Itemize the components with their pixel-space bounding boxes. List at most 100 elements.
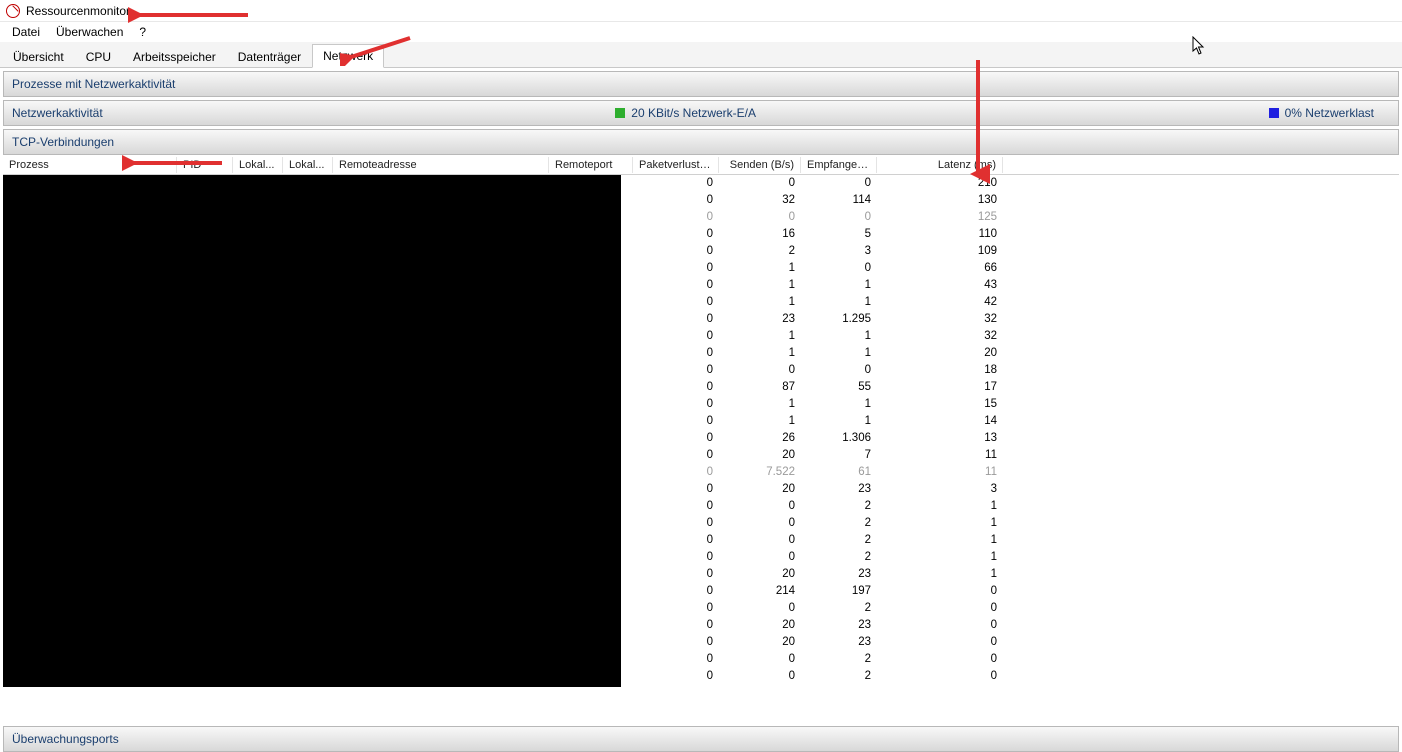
table-row[interactable]: 020230	[633, 617, 1005, 634]
cell-recv: 2	[801, 515, 877, 532]
table-row[interactable]: 0020	[633, 668, 1005, 685]
cell-recv: 55	[801, 379, 877, 396]
tabstrip: Übersicht CPU Arbeitsspeicher Datenträge…	[0, 42, 1402, 68]
cell-loss: 0	[633, 464, 719, 481]
cell-lat: 43	[877, 277, 1003, 294]
cell-lat: 0	[877, 634, 1003, 651]
table-row[interactable]: 000210	[633, 175, 1005, 192]
table-row[interactable]: 00018	[633, 362, 1005, 379]
cell-lat: 3	[877, 481, 1003, 498]
cell-recv: 2	[801, 549, 877, 566]
tab-overview[interactable]: Übersicht	[2, 45, 75, 68]
cell-recv: 197	[801, 583, 877, 600]
table-row[interactable]: 0165110	[633, 226, 1005, 243]
tcp-column-headers: Prozess PID Lokal... Lokal... Remoteadre…	[3, 155, 1399, 175]
table-row[interactable]: 0021	[633, 498, 1005, 515]
cell-loss: 0	[633, 515, 719, 532]
table-row[interactable]: 0261.30613	[633, 430, 1005, 447]
cell-send: 1	[719, 396, 801, 413]
cell-recv: 61	[801, 464, 877, 481]
table-row[interactable]: 023109	[633, 243, 1005, 260]
cell-send: 20	[719, 634, 801, 651]
menu-monitor[interactable]: Überwachen	[48, 23, 131, 41]
cell-lat: 1	[877, 566, 1003, 583]
col-header-pid[interactable]: PID	[177, 157, 233, 173]
table-row[interactable]: 000125	[633, 209, 1005, 226]
table-row[interactable]: 01143	[633, 277, 1005, 294]
cell-lat: 1	[877, 498, 1003, 515]
menu-file[interactable]: Datei	[4, 23, 48, 41]
table-row[interactable]: 0021	[633, 515, 1005, 532]
cell-send: 1	[719, 345, 801, 362]
table-row[interactable]: 07.5226111	[633, 464, 1005, 481]
tab-network[interactable]: Netzwerk	[312, 44, 384, 68]
cell-loss: 0	[633, 379, 719, 396]
cell-recv: 1.295	[801, 311, 877, 328]
table-row[interactable]: 01120	[633, 345, 1005, 362]
cell-recv: 1	[801, 396, 877, 413]
cell-lat: 0	[877, 651, 1003, 668]
col-header-packet-loss[interactable]: Paketverlust (%)	[633, 157, 719, 173]
table-row[interactable]: 020711	[633, 447, 1005, 464]
cell-lat: 0	[877, 600, 1003, 617]
table-row[interactable]: 0021	[633, 549, 1005, 566]
cell-lat: 32	[877, 311, 1003, 328]
cell-send: 20	[719, 481, 801, 498]
table-row[interactable]: 020233	[633, 481, 1005, 498]
menu-help[interactable]: ?	[131, 23, 154, 41]
cell-send: 87	[719, 379, 801, 396]
table-row[interactable]: 01114	[633, 413, 1005, 430]
table-row[interactable]: 020231	[633, 566, 1005, 583]
cell-loss: 0	[633, 175, 719, 192]
col-header-latency[interactable]: Latenz (ms)	[877, 157, 1003, 173]
col-header-send[interactable]: Senden (B/s)	[719, 157, 801, 173]
cell-send: 0	[719, 600, 801, 617]
cell-lat: 42	[877, 294, 1003, 311]
cell-recv: 0	[801, 362, 877, 379]
cell-loss: 0	[633, 192, 719, 209]
cell-send: 7.522	[719, 464, 801, 481]
col-header-remote-port[interactable]: Remoteport	[549, 157, 633, 173]
cell-send: 0	[719, 549, 801, 566]
cell-lat: 20	[877, 345, 1003, 362]
menubar: Datei Überwachen ?	[0, 22, 1402, 42]
table-row[interactable]: 0020	[633, 651, 1005, 668]
cell-send: 0	[719, 209, 801, 226]
section-ports-header[interactable]: Überwachungsports	[3, 726, 1399, 752]
section-activity-header[interactable]: Netzwerkaktivität 20 KBit/s Netzwerk-E/A…	[3, 100, 1399, 126]
cell-recv: 114	[801, 192, 877, 209]
table-row[interactable]: 0020	[633, 600, 1005, 617]
activity-load-text: 0% Netzwerklast	[1285, 106, 1374, 120]
cell-send: 0	[719, 498, 801, 515]
table-row[interactable]: 02141970	[633, 583, 1005, 600]
tab-memory[interactable]: Arbeitsspeicher	[122, 45, 227, 68]
app-icon	[6, 4, 20, 18]
col-header-local-address[interactable]: Lokal...	[233, 157, 283, 173]
table-row[interactable]: 01066	[633, 260, 1005, 277]
table-row[interactable]: 01115	[633, 396, 1005, 413]
table-row[interactable]: 020230	[633, 634, 1005, 651]
col-header-remote-address[interactable]: Remoteadresse	[333, 157, 549, 173]
section-tcp-header[interactable]: TCP-Verbindungen	[3, 129, 1399, 155]
table-row[interactable]: 0875517	[633, 379, 1005, 396]
cell-lat: 14	[877, 413, 1003, 430]
tab-cpu[interactable]: CPU	[75, 45, 122, 68]
section-processes-header[interactable]: Prozesse mit Netzwerkaktivität	[3, 71, 1399, 97]
table-row[interactable]: 01142	[633, 294, 1005, 311]
cell-loss: 0	[633, 498, 719, 515]
col-header-local-port[interactable]: Lokal...	[283, 157, 333, 173]
col-header-receive[interactable]: Empfangen...	[801, 157, 877, 173]
cell-recv: 1	[801, 345, 877, 362]
cell-loss: 0	[633, 447, 719, 464]
table-row[interactable]: 032114130	[633, 192, 1005, 209]
cell-loss: 0	[633, 209, 719, 226]
table-row[interactable]: 0231.29532	[633, 311, 1005, 328]
cell-loss: 0	[633, 311, 719, 328]
cell-lat: 1	[877, 549, 1003, 566]
cell-send: 1	[719, 328, 801, 345]
col-header-process[interactable]: Prozess	[3, 157, 177, 173]
tab-disk[interactable]: Datenträger	[227, 45, 312, 68]
table-row[interactable]: 0021	[633, 532, 1005, 549]
cell-send: 16	[719, 226, 801, 243]
table-row[interactable]: 01132	[633, 328, 1005, 345]
